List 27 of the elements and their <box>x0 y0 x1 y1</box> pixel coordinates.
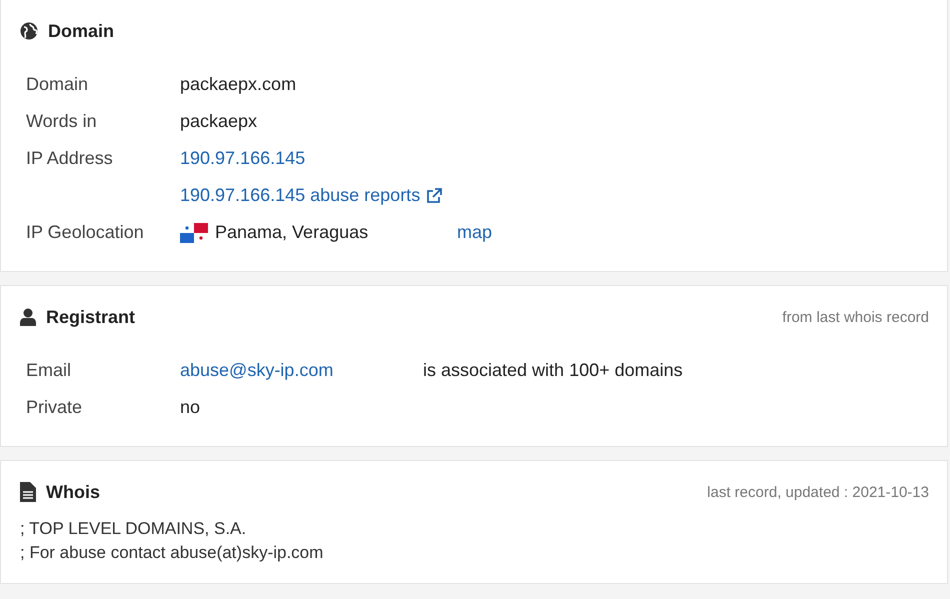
external-link[interactable]: 190.97.166.145 abuse reports <box>180 185 444 206</box>
row-label: IP Address <box>26 148 114 169</box>
row-label: Words in <box>26 111 98 132</box>
section-note: from last whois record <box>782 308 929 326</box>
row-label: Private <box>26 397 84 418</box>
value-link[interactable]: abuse@sky-ip.com <box>180 360 423 381</box>
section-title: Whois <box>46 482 100 502</box>
value-link[interactable]: 190.97.166.145 <box>180 148 306 169</box>
whois-line: ; TOP LEVEL DOMAINS, S.A. <box>20 519 248 539</box>
value-text: packaepx.com <box>180 74 296 95</box>
external-link-icon <box>426 187 444 204</box>
section-note: last record, updated : 2021-10-13 <box>707 484 929 500</box>
value-text: no <box>180 397 200 418</box>
whois-line: ; For abuse contact abuse(at)sky-ip.com <box>20 543 324 563</box>
value-link[interactable]: map <box>457 222 492 243</box>
value-text: Panama, Veraguas <box>215 222 368 243</box>
section-title: Registrant <box>46 306 136 328</box>
row-label: Email <box>26 360 72 381</box>
row-label: IP Geolocation <box>26 222 145 243</box>
value-text: packaepx <box>180 111 258 132</box>
globe-icon <box>20 22 38 40</box>
user-icon <box>20 308 36 326</box>
value-text: is associated with 100+ domains <box>423 360 683 381</box>
section-title: Domain <box>48 20 114 42</box>
panama-flag-icon <box>180 222 208 242</box>
document-icon <box>20 482 36 502</box>
row-label: Domain <box>26 74 90 95</box>
